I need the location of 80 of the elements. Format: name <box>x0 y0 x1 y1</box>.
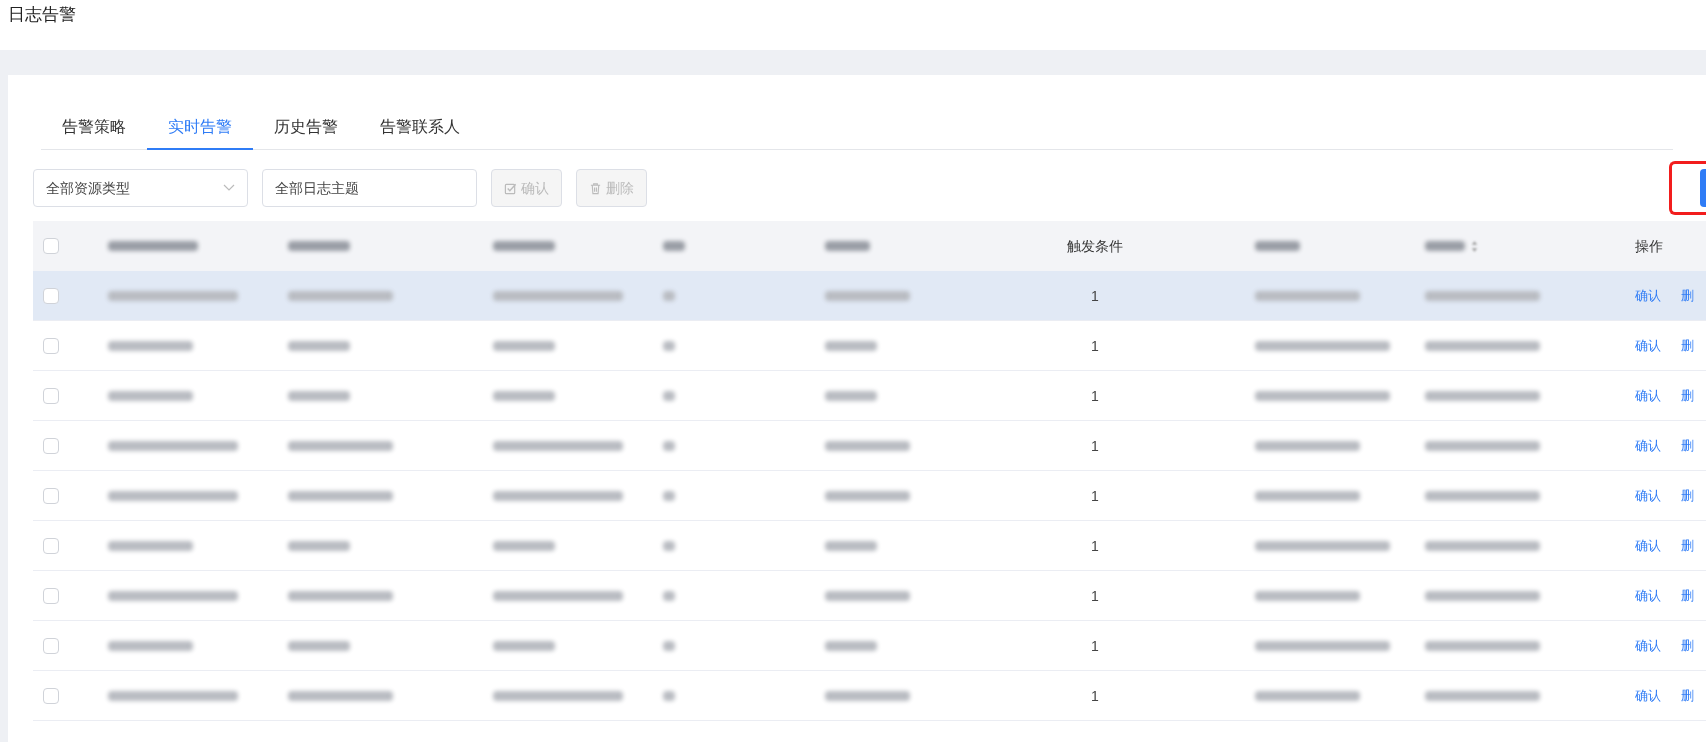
blurred-text <box>288 390 350 401</box>
tab[interactable]: 历史告警 <box>253 105 359 150</box>
select-value: 全部资源类型 <box>46 178 130 198</box>
blurred-text <box>1425 241 1465 251</box>
action-link[interactable]: 删 <box>1681 685 1694 706</box>
table-cell: 1 <box>1091 337 1099 354</box>
trash-icon <box>589 181 602 195</box>
blurred-text <box>288 241 350 251</box>
action-link[interactable]: 确认 <box>1635 435 1661 456</box>
blurred-text <box>663 690 675 701</box>
action-link[interactable]: 删 <box>1681 435 1694 456</box>
blurred-text <box>663 241 685 251</box>
checkbox[interactable] <box>43 637 59 654</box>
table-cell: 1 <box>1091 437 1099 454</box>
action-link[interactable]: 删 <box>1681 485 1694 506</box>
table-cell: 1 <box>1091 387 1099 404</box>
table-cell: 1 <box>1091 537 1099 554</box>
blurred-text <box>663 340 675 351</box>
column-header: 操作 <box>1635 238 1663 254</box>
blurred-text <box>288 540 350 551</box>
blurred-text <box>663 590 675 601</box>
action-link[interactable]: 确认 <box>1635 635 1661 656</box>
action-link[interactable]: 删 <box>1681 635 1694 656</box>
action-link[interactable]: 删 <box>1681 285 1694 306</box>
checkbox-icon <box>504 181 517 195</box>
blurred-text <box>663 390 675 401</box>
blurred-text <box>825 640 877 651</box>
blurred-text <box>493 540 555 551</box>
blurred-text <box>288 340 350 351</box>
checkbox[interactable] <box>43 537 59 554</box>
log-topic-field[interactable]: 全部日志主题 <box>262 169 477 207</box>
sort-icon[interactable] <box>1471 239 1478 253</box>
action-link[interactable]: 删 <box>1681 385 1694 406</box>
action-link[interactable]: 确认 <box>1635 485 1661 506</box>
action-link[interactable]: 确认 <box>1635 335 1661 356</box>
action-link[interactable]: 确认 <box>1635 385 1661 406</box>
table-cell: 1 <box>1091 687 1099 704</box>
checkbox[interactable] <box>43 337 59 354</box>
action-link[interactable]: 删 <box>1681 535 1694 556</box>
blurred-text <box>825 540 877 551</box>
blurred-text <box>663 440 675 451</box>
blurred-text <box>825 241 870 251</box>
column-header: 触发条件 <box>1067 238 1123 254</box>
checkbox[interactable] <box>43 587 59 604</box>
blurred-text <box>493 390 555 401</box>
blurred-text <box>825 390 877 401</box>
checkbox[interactable] <box>43 687 59 704</box>
tab[interactable]: 实时告警 <box>147 105 253 150</box>
field-value: 全部日志主题 <box>275 178 359 198</box>
blurred-text <box>663 540 675 551</box>
table-cell: 1 <box>1091 637 1099 654</box>
action-link[interactable]: 删 <box>1681 335 1694 356</box>
button-edge[interactable] <box>1700 169 1706 207</box>
action-link[interactable]: 确认 <box>1635 535 1661 556</box>
blurred-text <box>663 490 675 501</box>
blurred-text <box>1255 241 1300 251</box>
action-link[interactable]: 删 <box>1681 585 1694 606</box>
blurred-text <box>493 340 555 351</box>
checkbox[interactable] <box>43 437 59 454</box>
checkbox[interactable] <box>43 387 59 404</box>
action-link[interactable]: 确认 <box>1635 685 1661 706</box>
table-cell: 1 <box>1091 287 1099 304</box>
checkbox[interactable] <box>43 487 59 504</box>
blurred-text <box>825 340 877 351</box>
table-cell: 1 <box>1091 487 1099 504</box>
chevron-down-icon <box>223 184 235 192</box>
action-link[interactable]: 确认 <box>1635 285 1661 306</box>
blurred-text <box>493 241 555 251</box>
tab[interactable]: 告警策略 <box>41 105 147 150</box>
checkbox[interactable] <box>43 238 59 254</box>
checkbox[interactable] <box>43 287 59 304</box>
resource-type-select[interactable]: 全部资源类型 <box>33 169 248 207</box>
page-title: 日志告警 <box>8 5 76 24</box>
blurred-text <box>663 640 675 651</box>
blurred-text <box>493 640 555 651</box>
blurred-text <box>288 640 350 651</box>
action-link[interactable]: 确认 <box>1635 585 1661 606</box>
blurred-text <box>663 290 675 301</box>
tab[interactable]: 告警联系人 <box>359 105 481 150</box>
table-cell: 1 <box>1091 587 1099 604</box>
